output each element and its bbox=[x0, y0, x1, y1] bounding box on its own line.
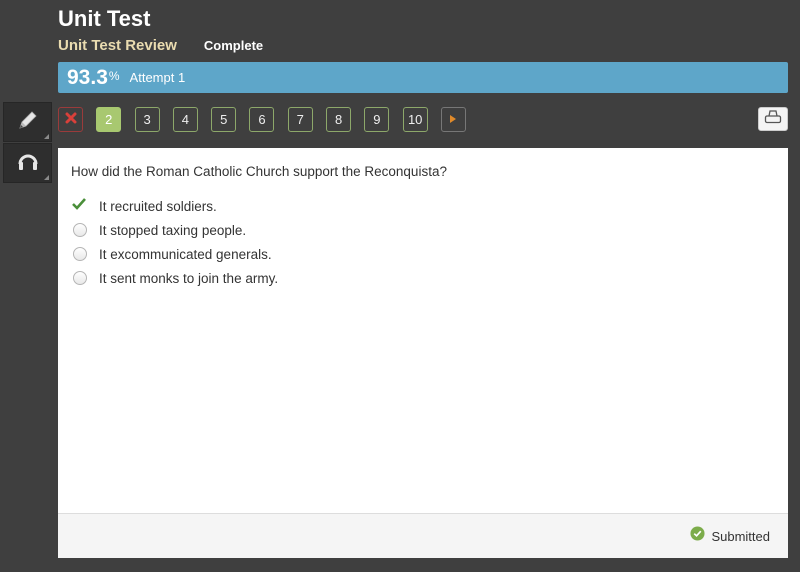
score-percent-sign: % bbox=[108, 68, 120, 83]
question-1-button[interactable] bbox=[58, 107, 83, 132]
test-name: Unit Test Review bbox=[58, 37, 177, 54]
subtitle-row: Unit Test Review Complete bbox=[58, 37, 263, 54]
tool-menu-corner bbox=[44, 175, 49, 180]
attempt-label: Attempt 1 bbox=[129, 70, 186, 85]
answer-option[interactable]: It excommunicated generals. bbox=[72, 242, 278, 266]
score-bar: 93.3 % Attempt 1 bbox=[58, 62, 788, 93]
x-icon bbox=[65, 112, 77, 127]
answer-text: It recruited soldiers. bbox=[99, 198, 217, 214]
headphones-icon bbox=[16, 150, 40, 177]
question-3-button[interactable]: 3 bbox=[134, 107, 160, 132]
answer-option[interactable]: It recruited soldiers. bbox=[72, 194, 278, 218]
radio-button[interactable] bbox=[73, 247, 87, 261]
tool-menu-corner bbox=[44, 134, 49, 139]
question-8-button[interactable]: 8 bbox=[326, 107, 352, 132]
question-2-button[interactable]: 2 bbox=[96, 107, 122, 132]
radio-button[interactable] bbox=[73, 271, 87, 285]
answer-list: It recruited soldiers. It stopped taxing… bbox=[72, 194, 278, 290]
answer-text: It excommunicated generals. bbox=[99, 246, 272, 262]
pencil-tool-button[interactable] bbox=[3, 102, 52, 142]
audio-tool-button[interactable] bbox=[3, 143, 52, 183]
pencil-icon bbox=[16, 108, 40, 137]
question-4-button[interactable]: 4 bbox=[172, 107, 198, 132]
answer-option[interactable]: It stopped taxing people. bbox=[72, 218, 278, 242]
answer-text: It sent monks to join the army. bbox=[99, 270, 279, 286]
triangle-right-icon bbox=[449, 112, 457, 127]
answer-option[interactable]: It sent monks to join the army. bbox=[72, 266, 278, 290]
question-5-button[interactable]: 5 bbox=[211, 107, 237, 132]
question-7-button[interactable]: 7 bbox=[287, 107, 313, 132]
checkmark-icon bbox=[72, 197, 86, 215]
question-6-button[interactable]: 6 bbox=[249, 107, 275, 132]
answer-text: It stopped taxing people. bbox=[99, 222, 247, 238]
question-text: How did the Roman Catholic Church suppor… bbox=[71, 164, 447, 179]
next-question-button[interactable] bbox=[440, 107, 466, 132]
question-footer: Submitted bbox=[58, 513, 788, 558]
test-status: Complete bbox=[203, 38, 264, 53]
question-panel: How did the Roman Catholic Church suppor… bbox=[58, 148, 788, 558]
check-circle-icon bbox=[690, 526, 705, 546]
question-9-button[interactable]: 9 bbox=[364, 107, 390, 132]
question-nav: 2 3 4 5 6 7 8 9 10 bbox=[58, 107, 479, 132]
score-value: 93.3 bbox=[67, 65, 108, 89]
question-10-button[interactable]: 10 bbox=[402, 107, 428, 132]
printer-icon bbox=[764, 109, 782, 129]
radio-button[interactable] bbox=[73, 223, 87, 237]
page-title: Unit Test bbox=[58, 6, 151, 31]
print-button[interactable] bbox=[758, 107, 788, 131]
submitted-status: Submitted bbox=[711, 528, 770, 544]
